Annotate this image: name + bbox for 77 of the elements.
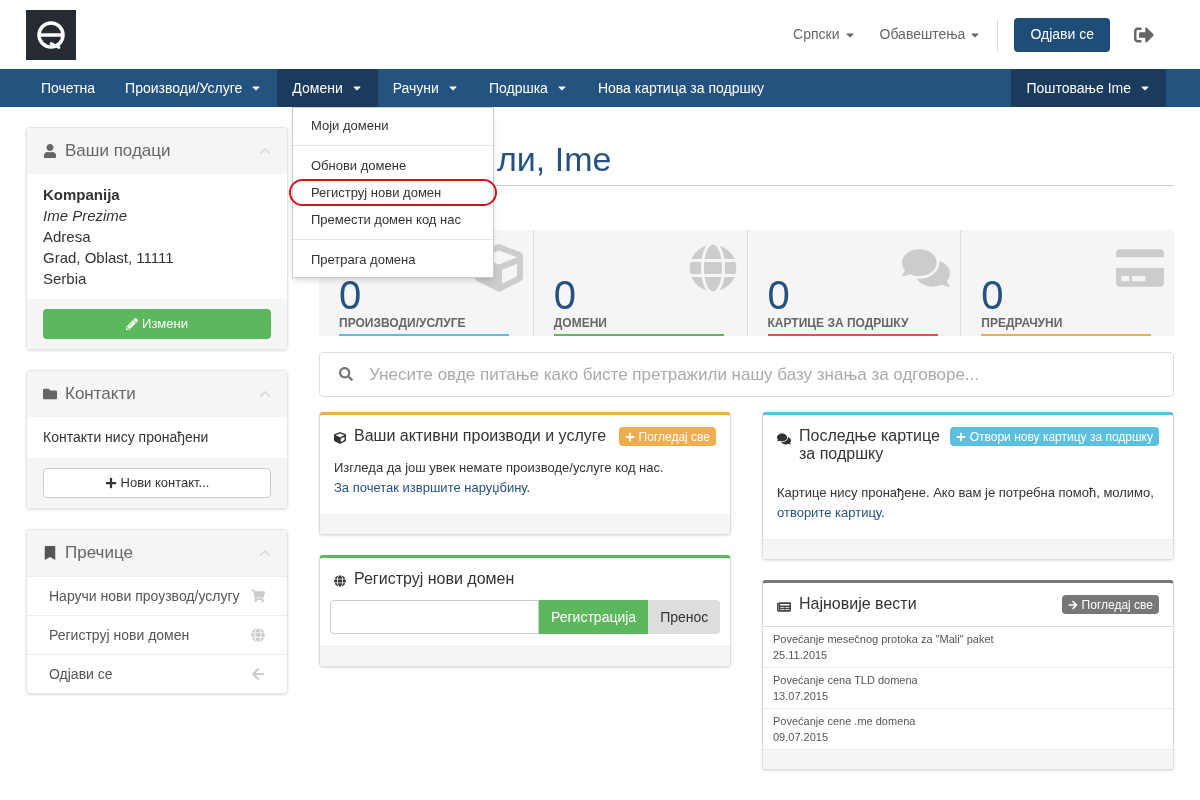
client-name: Ime Prezime [43,206,129,226]
panel-title: Ваши активни производи и услуге [354,427,607,445]
language-menu[interactable]: Српски [793,24,856,45]
logo[interactable] [26,9,76,60]
view-all-button[interactable]: Погледај све [1061,595,1159,614]
stat-label: КАРТИЦЕ ЗА ПОДРШКУ [767,315,910,332]
cube-icon [334,432,346,444]
plus-icon [624,431,635,442]
panel-title: Региструј нови домен [354,570,515,588]
panel-title: Контакти [65,383,136,406]
panel-text: Изгледа да још увек немате производе/услуге код нас. За почетак извршите наруџбину. [333,459,665,497]
panel-title: Последње картице за подршку [799,427,941,463]
empty-message: Контакти нису пронађени [42,428,210,447]
arrow-left-icon [251,667,265,681]
globe-icon [688,244,737,292]
dropdown-item[interactable]: Региструј нови домен [289,179,497,206]
panel-text: Картице нису пронађене. Ако вам је потребна помоћ, молимо, отворите картицу. [776,484,1155,522]
news-date: 13.07.2015 [773,689,830,704]
shortcut-item[interactable]: Наручи нови проузвод/услугу [27,576,287,615]
nav-item[interactable]: Домени [277,69,378,107]
panel-title: Пречице [65,542,133,565]
nav-item[interactable]: Нова картица за подршку [582,69,779,107]
collapse-icon[interactable] [259,547,271,559]
dropdown-item[interactable]: Обнови домене [289,152,497,179]
shortcut-item[interactable]: Одјави се [27,654,287,693]
dropdown-item[interactable]: Премести домен код нас [289,206,497,233]
folder-icon [43,387,57,401]
plus-icon [955,431,966,442]
collapse-icon[interactable] [259,388,271,400]
collapse-icon[interactable] [259,145,271,157]
search-icon [339,367,353,381]
nav-item[interactable]: Подршка [473,69,583,107]
nav-item[interactable]: Почетна [26,69,111,107]
panel-title: Најновије вести [799,595,917,613]
cart-icon [251,589,265,603]
stat-value: 0 [553,276,577,314]
address-line: Adresa [43,227,92,247]
dropdown-item[interactable]: Претрага домена [289,246,497,273]
notifications-menu[interactable]: Обавештења [879,24,982,45]
shortcut-item[interactable]: Региструј нови домен [27,615,287,654]
nav-item[interactable]: Производи/Услуге [110,69,278,107]
newspaper-icon [777,600,791,614]
news-title: Povećanje cena TLD domena [773,673,919,688]
news-date: 09.07.2015 [773,730,830,745]
panel-title: Ваши подаци [65,140,171,163]
stat-label: ПРОИЗВОДИ/УСЛУГЕ [339,315,467,332]
stat-label: ПРЕДРАЧУНИ [981,315,1064,332]
domain-field[interactable] [330,600,539,634]
news-title: Povećanje cene .me domena [773,714,917,729]
plus-icon [104,477,117,489]
globe-icon [251,628,265,642]
address-line: Serbia [43,269,88,289]
transfer-button[interactable]: Пренос [648,600,721,634]
new-contact-button[interactable]: Нови контакт... [43,468,271,498]
search-field[interactable]: Унесите овде питање како бисте претражили нашу базу знања за одговоре... [319,352,1174,397]
news-item[interactable]: Povećanje mesečnog protoka za "Mali" paket 25.11.2015 [763,627,1173,667]
stat-value: 0 [981,276,1005,314]
logout-button[interactable]: Одјави се [1014,17,1110,52]
arrow-right-icon [1067,599,1078,610]
company-name: Kompanija [43,185,121,205]
pencil-icon [126,318,139,330]
order-link[interactable]: За почетак извршите наруџбину [334,480,527,495]
chat-bubbles-icon [777,432,791,446]
user-icon [43,144,57,158]
user-menu[interactable]: Поштовање Ime [1011,69,1166,107]
welcome-heading: ли, Ime [497,139,612,179]
globe-icon [334,575,346,587]
address-line: Grad, Oblast, 11111 [43,248,175,268]
nav-item[interactable]: Рачуни [377,69,474,107]
stat-value: 0 [339,276,363,314]
stat-label: ДОМЕНИ [553,315,608,332]
bookmark-icon [43,546,57,560]
news-title: Povećanje mesečnog protoka za "Mali" paket [773,632,995,647]
dropdown-item[interactable]: Моји домени [289,112,497,139]
news-item[interactable]: Povećanje cena TLD domena 13.07.2015 [763,667,1173,708]
news-date: 25.11.2015 [773,648,829,663]
stat-value: 0 [767,276,791,314]
